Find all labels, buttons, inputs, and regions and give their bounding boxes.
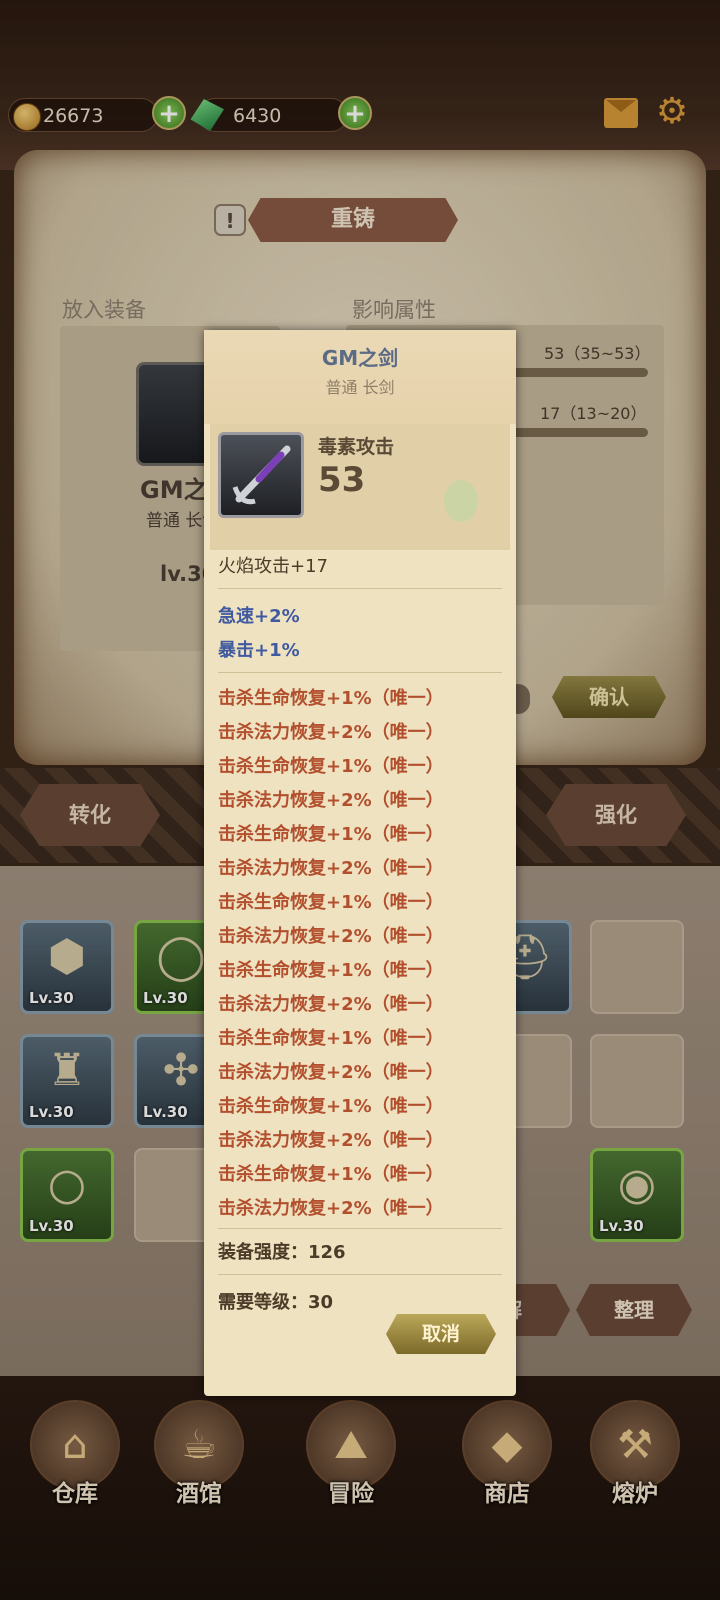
main-attr-value: 53 — [318, 460, 366, 500]
unique-stat: 击杀法力恢复+2%（唯一） — [218, 858, 444, 879]
tooltip-item-name: GM之剑 — [321, 346, 399, 370]
unique-stat: 击杀生命恢复+1%（唯一） — [218, 756, 444, 777]
unique-stat: 击杀生命恢复+1%（唯一） — [218, 824, 444, 845]
divider — [218, 1274, 502, 1275]
fire-attack-stat: 火焰攻击+17 — [218, 556, 328, 577]
unique-stat: 击杀法力恢复+2%（唯一） — [218, 1198, 444, 1219]
divider — [218, 588, 502, 589]
tooltip-item-type: 普通 长剑 — [325, 378, 395, 397]
unique-stat: 击杀法力恢复+2%（唯一） — [218, 926, 444, 947]
divider — [218, 1228, 502, 1229]
item-tooltip: GM之剑 普通 长剑 毒素攻击 53 火焰攻击+17 急速+2% 暴击+1% 击… — [204, 330, 516, 1396]
blue-stat: 急速+2% — [218, 606, 300, 627]
unique-stat: 击杀生命恢复+1%（唯一） — [218, 892, 444, 913]
cancel-button[interactable]: 取消 — [386, 1314, 496, 1354]
unique-stat: 击杀生命恢复+1%（唯一） — [218, 1096, 444, 1117]
unique-stat: 击杀法力恢复+2%（唯一） — [218, 1130, 444, 1151]
blue-stat: 暴击+1% — [218, 640, 300, 661]
unique-stat: 击杀法力恢复+2%（唯一） — [218, 1062, 444, 1083]
unique-stat: 击杀生命恢复+1%（唯一） — [218, 688, 444, 709]
sword-graphic — [232, 445, 291, 505]
unique-stat: 击杀生命恢复+1%（唯一） — [218, 1028, 444, 1049]
unique-stat: 击杀法力恢复+2%（唯一） — [218, 790, 444, 811]
sword-icon — [218, 432, 304, 518]
divider — [218, 672, 502, 673]
unique-stat: 击杀生命恢复+1%（唯一） — [218, 1164, 444, 1185]
equipment-strength: 装备强度：126 — [218, 1242, 346, 1263]
unique-stat: 击杀法力恢复+2%（唯一） — [218, 722, 444, 743]
poison-emblem-icon — [444, 480, 478, 522]
unique-stat: 击杀法力恢复+2%（唯一） — [218, 994, 444, 1015]
required-level: 需要等级：30 — [218, 1292, 334, 1313]
unique-stat: 击杀生命恢复+1%（唯一） — [218, 960, 444, 981]
main-attr-label: 毒素攻击 — [318, 436, 395, 458]
